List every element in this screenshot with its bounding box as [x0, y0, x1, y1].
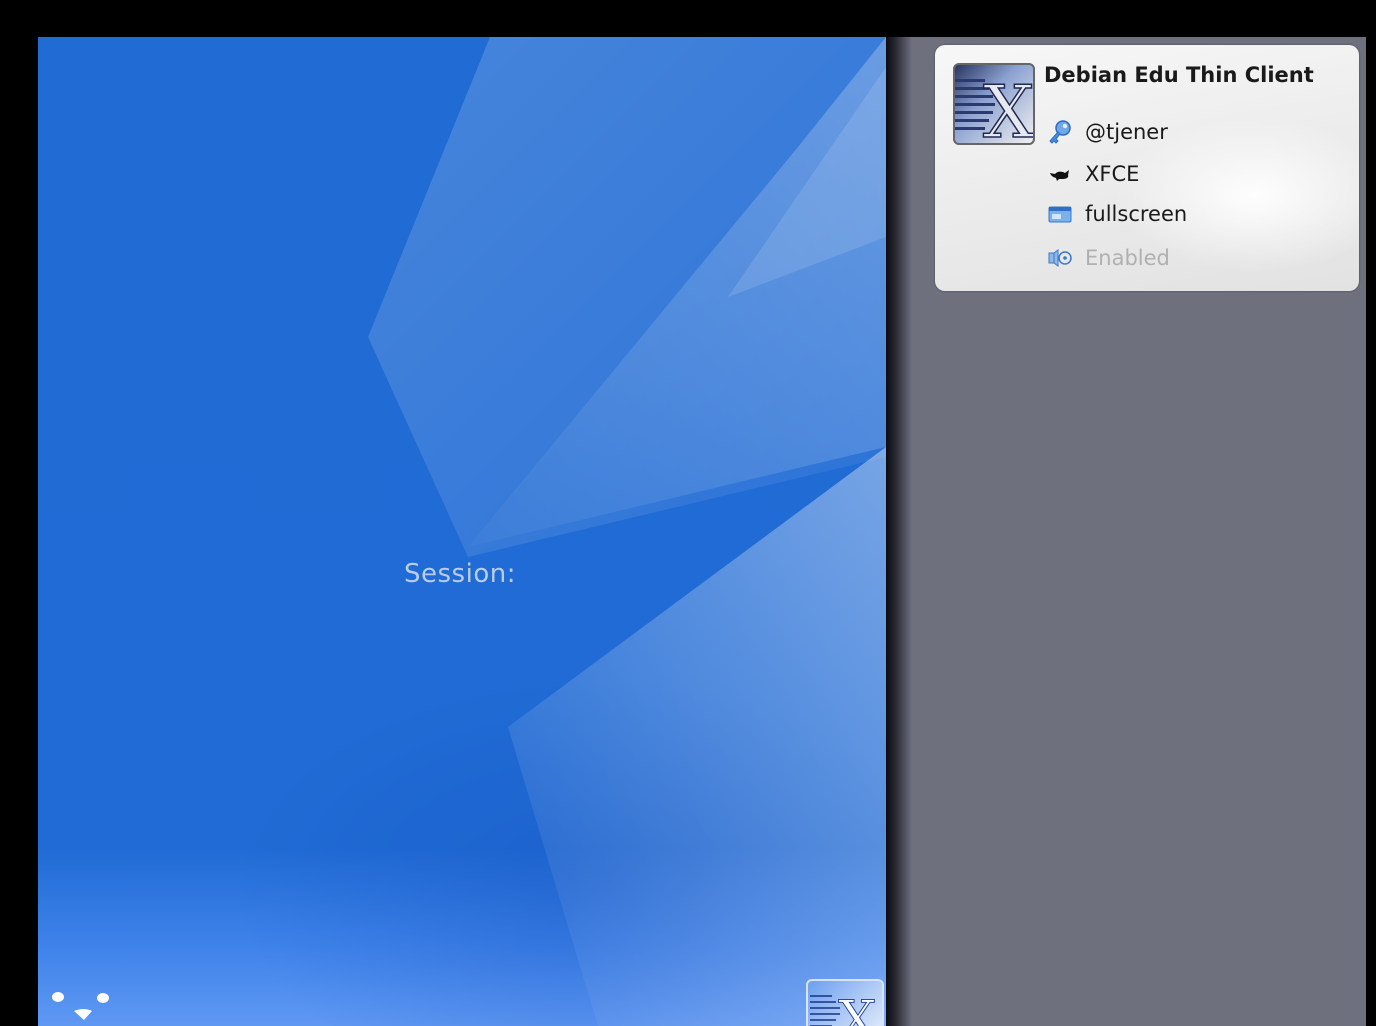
display-mode-row: fullscreen [1047, 199, 1187, 229]
key-icon [1047, 119, 1073, 145]
svg-text:X: X [838, 989, 877, 1026]
display-mode-text: fullscreen [1085, 202, 1188, 226]
x2go-logo-icon: X [953, 63, 1035, 145]
svg-text:X: X [983, 70, 1033, 143]
desktop-session-text: XFCE [1085, 162, 1140, 186]
background-rays [368, 37, 886, 1026]
session-label: Session: [404, 559, 516, 589]
mouse-icon [1047, 161, 1073, 187]
session-info-card[interactable]: X Debian Edu Thin Client @tjener XFCE fu… [935, 45, 1359, 291]
sound-status-text: Enabled [1085, 246, 1170, 270]
session-title: Debian Edu Thin Client [1044, 63, 1314, 87]
window-icon [1047, 201, 1073, 227]
desktop-session-row: XFCE [1047, 159, 1139, 189]
speaker-icon [1047, 245, 1073, 271]
login-panel: Session: X [38, 37, 886, 1026]
server-user-text: @tjener [1085, 120, 1168, 144]
x2go-logo-icon: X [806, 979, 884, 1026]
thin-client-login-screen: Session: X X Debian Edu Thin Client @tje… [0, 0, 1376, 1026]
server-user-row: @tjener [1047, 117, 1168, 147]
sound-row: Enabled [1047, 243, 1170, 273]
paw-logo-icon [52, 992, 109, 1020]
panel-shadow [886, 37, 912, 1026]
